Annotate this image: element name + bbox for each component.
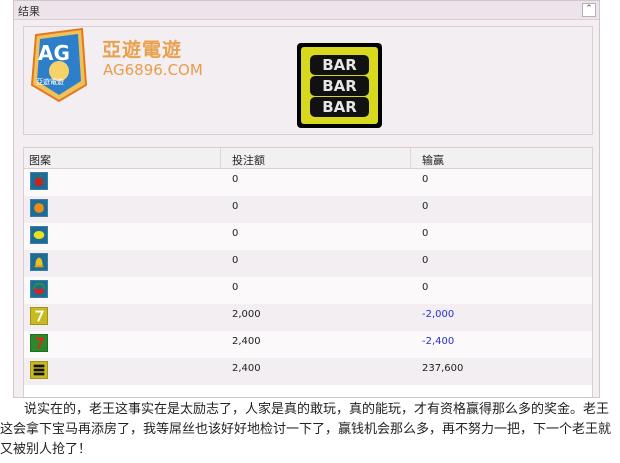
table-row: 0 0: [24, 250, 592, 277]
table-row: 0 0: [24, 277, 592, 304]
win-amount: 0: [422, 282, 429, 293]
table-row: 2,000 -2,000: [24, 304, 592, 331]
panel-header: 结果 ⌃: [14, 1, 599, 20]
caption-text: 说实在的，老王这事实在是太励志了，人家是真的敢玩，真的能玩，才有资格赢得那么多的…: [0, 402, 612, 457]
article-caption: 说实在的，老王这事实在是太励志了，人家是真的敢玩，真的能玩，才有资格赢得那么多的…: [0, 400, 612, 460]
results-panel: 结果 ⌃ AG 亞遊電遊 亞遊電遊 AG6896.COM BAR BAR BAR…: [13, 0, 600, 398]
bar-tile: BAR: [310, 96, 369, 117]
win-amount: 0: [422, 201, 429, 212]
watermelon-icon: [30, 280, 48, 298]
bet-amount: 0: [232, 174, 239, 185]
logo-text: AG: [38, 41, 70, 65]
gold-seven-icon: [30, 307, 48, 325]
win-amount: 0: [422, 174, 429, 185]
table-row: 0 0: [24, 196, 592, 223]
table-row: 2,400 237,600: [24, 358, 592, 385]
orange-icon: [30, 199, 48, 217]
column-header-bet: 投注额: [232, 154, 265, 167]
column-header-winloss: 输赢: [422, 154, 444, 167]
table-row: 0 0: [24, 223, 592, 250]
win-amount: -2,400: [422, 336, 455, 347]
table-row: 2,400 -2,400: [24, 331, 592, 358]
bar-tile: BAR: [310, 75, 369, 96]
column-header-symbol: 图案: [29, 154, 51, 167]
bell-icon: [30, 253, 48, 271]
brand-name: 亞遊電遊: [102, 39, 183, 61]
bet-amount: 2,400: [232, 336, 261, 347]
triple-bar-icon: BAR BAR BAR: [297, 43, 382, 128]
result-display: AG 亞遊電遊 亞遊電遊 AG6896.COM BAR BAR BAR: [23, 26, 593, 135]
lemon-icon: [30, 226, 48, 244]
win-amount: -2,000: [422, 309, 455, 320]
brand-url: AG6896.COM: [103, 61, 203, 79]
bet-amount: 0: [232, 255, 239, 266]
red-seven-icon: [30, 334, 48, 352]
table-row: 0 0: [24, 169, 592, 196]
win-amount: 0: [422, 228, 429, 239]
column-divider: [220, 148, 221, 168]
bet-amount: 0: [232, 201, 239, 212]
table-header: 图案 投注额 输赢: [24, 148, 592, 169]
bet-amount: 2,000: [232, 309, 261, 320]
bet-amount: 0: [232, 228, 239, 239]
panel-title: 结果: [18, 5, 40, 18]
payout-table: 图案 投注额 输赢 0 0 0 0 0 0 0 0 0 0 2,000 -2,0…: [23, 147, 593, 397]
column-divider: [410, 148, 411, 168]
bar-tile: BAR: [310, 54, 369, 75]
win-amount: 0: [422, 255, 429, 266]
logo-subtext: 亞遊電遊: [36, 78, 64, 86]
cherry-icon: [30, 172, 48, 190]
win-amount: 237,600: [422, 363, 464, 374]
symbol-face: BAR BAR BAR: [301, 47, 378, 124]
bar-icon: [30, 361, 48, 379]
bet-amount: 2,400: [232, 363, 261, 374]
double-chevron-up-icon[interactable]: ⌃: [582, 3, 596, 17]
bet-amount: 0: [232, 282, 239, 293]
